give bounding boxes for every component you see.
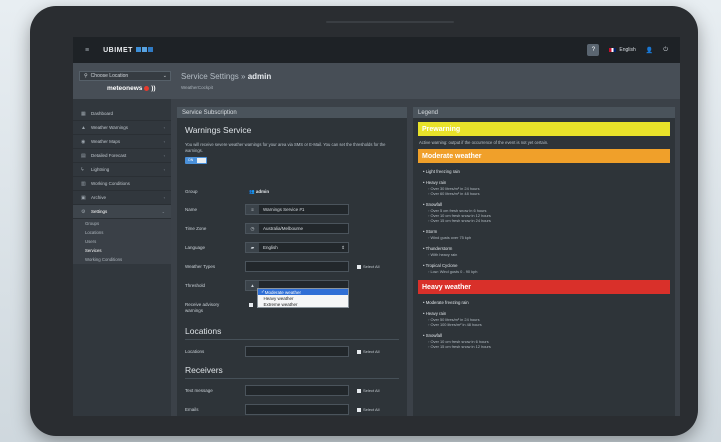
grid-icon: ▦ xyxy=(81,110,86,117)
timezone-field[interactable]: ◷ Australia/Melbourne xyxy=(245,223,349,234)
heavy-weather-bar: Heavy weather xyxy=(418,280,670,294)
sidebar-item-weather-warnings[interactable]: ▲ Weather Warnings ‹ xyxy=(73,121,171,135)
chart-icon: ▤ xyxy=(81,152,86,159)
list-item: • Snowfall ◦ Over 5 cm fresh snow in 6 h… xyxy=(423,202,491,223)
threshold-option-extreme[interactable]: Extreme weather xyxy=(258,301,348,307)
list-item: • Heavy rain ◦ Over 30 litres/m² in 24 h… xyxy=(423,180,480,196)
user-icon[interactable]: 👤 xyxy=(646,47,653,54)
text-message-select-all[interactable]: Select All xyxy=(357,388,379,393)
location-pin-icon: ⚲ xyxy=(84,73,88,79)
warnings-service-title: Warnings Service xyxy=(185,125,252,135)
list-item: • Tropical Cyclone ◦ Low: Wind gusts 0 -… xyxy=(423,263,478,274)
receivers-title: Receivers xyxy=(185,365,223,375)
list-item: • Heavy rain ◦ Over 50 litres/m² in 24 h… xyxy=(423,311,482,327)
advisory-label: Receive advisory warnings xyxy=(185,302,220,313)
moderate-weather-list: • Light freezing rain • Heavy rain ◦ Ove… xyxy=(423,169,669,274)
heavy-weather-list: • Moderate freezing rain • Heavy rain ◦ … xyxy=(423,300,669,349)
text-message-field[interactable] xyxy=(245,385,349,396)
threshold-label: Threshold xyxy=(185,283,206,288)
prewarning-note: Active warning: output if the occurrence… xyxy=(419,140,549,145)
sidebar-subitem-locations[interactable]: Locations xyxy=(73,228,171,237)
page-subtitle: WeatherCockpit xyxy=(181,85,213,90)
name-label: Name xyxy=(185,207,198,212)
sidebar-item-weather-maps[interactable]: ◉ Weather Maps ‹ xyxy=(73,135,171,149)
language-selector[interactable]: English xyxy=(609,47,636,53)
list-item: • Moderate freezing rain xyxy=(423,300,469,305)
warning-icon: ▲ xyxy=(81,124,86,131)
weather-types-field[interactable] xyxy=(245,261,349,272)
weather-types-select-all[interactable]: Select All xyxy=(357,264,379,269)
weather-types-label: Weather Types xyxy=(185,264,216,269)
legend-panel-header: Legend xyxy=(413,107,675,118)
app-screen: ≡ UBIMET ? English 👤 ⏻ ⚲ Choose Location… xyxy=(73,37,680,416)
sidebar-item-archive[interactable]: ▣ Archive ‹ xyxy=(73,191,171,205)
legend-panel: Legend Prewarning Active warning: output… xyxy=(413,107,675,416)
location-bar: ⚲ Choose Location ⌄ meteonews )) Service… xyxy=(73,63,680,99)
gear-icon: ⚙ xyxy=(81,208,86,215)
brand-logo: UBIMET xyxy=(103,47,153,54)
sidebar: ▦ Dashboard ▲ Weather Warnings ‹ ◉ Weather M… xyxy=(73,99,171,416)
service-toggle[interactable]: ON xyxy=(185,157,207,164)
menu-icon[interactable]: ≡ xyxy=(85,47,89,54)
location-select[interactable]: ⚲ Choose Location ⌄ xyxy=(79,71,171,81)
prewarning-bar: Prewarning xyxy=(418,122,670,136)
page-title: Service Settings » admin xyxy=(181,72,272,81)
advisory-checkbox[interactable] xyxy=(249,303,253,307)
moderate-weather-bar: Moderate weather xyxy=(418,149,670,163)
chevron-down-icon: ⇕ xyxy=(341,244,345,250)
service-description: You will receive severe weather warnings… xyxy=(185,142,386,153)
language-label: Language xyxy=(185,245,206,250)
list-item: • Light freezing rain xyxy=(423,169,460,174)
tasks-icon: ▥ xyxy=(81,180,86,187)
flag-icon xyxy=(609,48,617,52)
sidebar-item-detailed-forecast[interactable]: ▤ Detailed Forecast ‹ xyxy=(73,149,171,163)
name-field[interactable]: ≡ Warnings Service #1 xyxy=(245,204,349,215)
sidebar-subitem-working-conditions[interactable]: Working Conditions xyxy=(73,255,171,264)
list-item: • Storm ◦ Wind gusts over 75 kph xyxy=(423,229,472,240)
chevron-down-icon: ⌄ xyxy=(162,73,167,79)
text-message-label: Text message xyxy=(185,388,213,393)
archive-icon: ▣ xyxy=(81,194,86,201)
divider xyxy=(185,378,399,379)
emails-select-all[interactable]: Select All xyxy=(357,407,379,412)
chat-icon: ▰ xyxy=(246,243,259,252)
subscription-panel-header: Service Subscription xyxy=(177,107,407,118)
sidebar-item-dashboard[interactable]: ▦ Dashboard xyxy=(73,107,171,121)
power-icon[interactable]: ⏻ xyxy=(663,47,668,54)
help-button[interactable]: ? xyxy=(587,44,600,56)
subscription-panel: Service Subscription Warnings Service Yo… xyxy=(177,107,407,416)
list-item: • Thunderstorm ◦ With heavy rain xyxy=(423,246,458,257)
locations-label: Locations xyxy=(185,349,205,354)
language-select[interactable]: ▰ English ⇕ xyxy=(245,242,349,253)
tablet-frame: ≡ UBIMET ? English 👤 ⏻ ⚲ Choose Location… xyxy=(30,6,698,436)
lightning-icon: ϟ xyxy=(81,166,84,173)
users-icon: 👥 xyxy=(249,189,255,194)
sidebar-subitem-services[interactable]: Services xyxy=(73,246,171,255)
emails-field[interactable] xyxy=(245,404,349,415)
tablet-speaker xyxy=(326,21,454,23)
group-value: 👥 admin xyxy=(249,189,270,194)
sidebar-item-working-conditions[interactable]: ▥ Working Conditions xyxy=(73,177,171,191)
locations-title: Locations xyxy=(185,326,222,336)
locations-field[interactable] xyxy=(245,346,349,357)
divider xyxy=(185,339,399,340)
sidebar-item-settings[interactable]: ⚙ Settings ⌄ xyxy=(73,205,171,219)
sidebar-subitem-groups[interactable]: Groups xyxy=(73,219,171,228)
timezone-label: Time Zone xyxy=(185,226,207,231)
threshold-dropdown: ✓ Moderate weather Heavy weather Extreme… xyxy=(257,288,349,308)
list-item: • Snowfall ◦ Over 10 cm fresh snow in 6 … xyxy=(423,333,491,349)
partner-logo: meteonews )) xyxy=(107,85,156,92)
sidebar-item-lightning[interactable]: ϟ Lightning ‹ xyxy=(73,163,171,177)
clock-icon: ◷ xyxy=(246,224,259,233)
top-bar: ≡ UBIMET ? English 👤 ⏻ xyxy=(73,37,680,63)
emails-label: Emails xyxy=(185,407,199,412)
sidebar-subitem-users[interactable]: Users xyxy=(73,237,171,246)
locations-select-all[interactable]: Select All xyxy=(357,349,379,354)
globe-icon: ◉ xyxy=(81,138,86,145)
group-label: Group xyxy=(185,189,198,194)
list-icon: ≡ xyxy=(246,205,259,214)
